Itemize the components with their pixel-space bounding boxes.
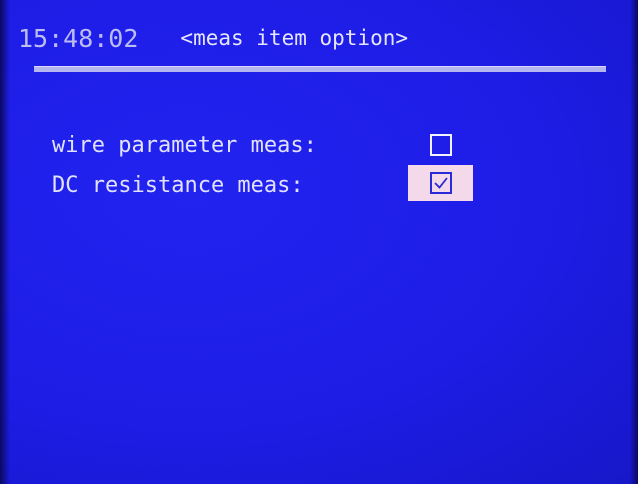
option-row-wire-parameter[interactable]: wire parameter meas: (52, 128, 317, 162)
option-label-dc-resistance: DC resistance meas: (52, 172, 304, 198)
checkbox-empty-icon[interactable] (430, 134, 452, 156)
screen-header: 15:48:02 <meas item option> (18, 18, 408, 58)
clock-readout: 15:48:02 (18, 23, 139, 53)
device-screen: 15:48:02 <meas item option> wire paramet… (0, 0, 638, 484)
option-label-wire-parameter: wire parameter meas: (52, 132, 317, 158)
header-divider (34, 66, 606, 72)
screen-bezel-left (0, 0, 10, 484)
option-row-dc-resistance[interactable]: DC resistance meas: (52, 168, 304, 202)
page-title: <meas item option> (180, 26, 408, 50)
screen-bezel-right (630, 0, 638, 484)
checkbox-checked-icon[interactable] (430, 172, 452, 194)
check-mark-icon (434, 177, 448, 189)
